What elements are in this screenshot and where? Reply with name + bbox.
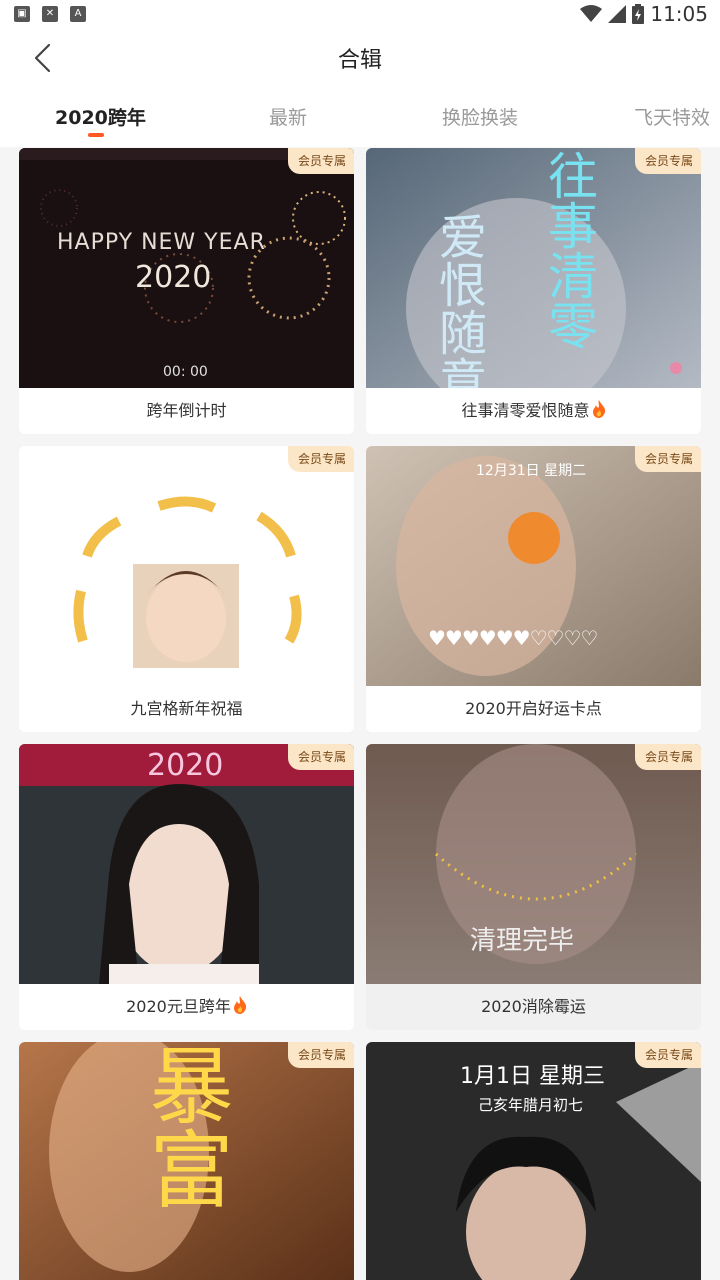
overlay-char-1: 暴: [136, 1042, 234, 1126]
lunar-date-text: 己亥年腊月初七: [478, 1096, 584, 1114]
vip-badge: 会员专属: [634, 744, 701, 770]
vip-badge: 会员专属: [634, 1042, 701, 1068]
vip-badge: 会员专属: [287, 446, 354, 472]
template-card[interactable]: HAPPY NEW YEAR 2020 00: 00 会员专属 跨年倒计时: [19, 148, 354, 434]
tab-face-swap[interactable]: 换脸换装: [442, 103, 518, 130]
vip-badge: 会员专属: [634, 148, 701, 174]
template-card[interactable]: 2020 会员专属 2020元旦跨年: [19, 744, 354, 1030]
hearts-progress: ♥♥♥♥♥♥♡♡♡♡: [428, 626, 598, 650]
overlay-char-2: 富: [136, 1126, 234, 1210]
overlay-text: 清理完毕: [470, 926, 575, 956]
template-grid: HAPPY NEW YEAR 2020 00: 00 会员专属 跨年倒计时 往事…: [0, 148, 720, 1280]
signal-icon: [608, 5, 627, 23]
wifi-icon: [580, 5, 603, 22]
font-notification-icon: A: [70, 6, 86, 22]
date-text: 12月31日 星期二: [476, 463, 587, 479]
year-text: 2020: [135, 260, 212, 295]
template-card[interactable]: 1月1日 星期三 己亥年腊月初七 会员专属: [366, 1042, 701, 1280]
overlay-text-2: 爱恨随意: [430, 212, 486, 388]
category-tabs: 2020跨年 最新 换脸换装 飞天特效: [0, 85, 720, 147]
battery-icon: [632, 4, 645, 24]
template-thumbnail: 2020: [19, 744, 354, 984]
template-title: 2020开启好运卡点: [366, 686, 701, 732]
vip-badge: 会员专属: [287, 744, 354, 770]
template-card[interactable]: 清理完毕 会员专属 2020消除霉运: [366, 744, 701, 1030]
image-notification-icon: ▣: [14, 6, 30, 22]
vip-badge: 会员专属: [287, 1042, 354, 1068]
date-text: 1月1日 星期三: [460, 1064, 605, 1089]
clock: 11:05: [650, 2, 708, 26]
template-thumbnail: HAPPY NEW YEAR 2020 00: 00: [19, 148, 354, 388]
tab-2020-new-year[interactable]: 2020跨年: [55, 103, 146, 130]
template-thumbnail: 1月1日 星期三 己亥年腊月初七: [366, 1042, 701, 1280]
template-card[interactable]: 12月31日 星期二 ♥♥♥♥♥♥♡♡♡♡ 会员专属 2020开启好运卡点: [366, 446, 701, 732]
template-thumbnail: 往事清零 爱恨随意: [366, 148, 701, 388]
hot-fire-icon: [233, 996, 246, 1014]
hot-fire-icon: [592, 400, 605, 418]
template-thumbnail: 暴富: [19, 1042, 354, 1280]
overlay-text: 暴富: [136, 1042, 234, 1210]
template-thumbnail: 清理完毕: [366, 744, 701, 984]
template-title-text: 往事清零爱恨随意: [461, 401, 590, 420]
template-title: 跨年倒计时: [19, 388, 354, 434]
template-card[interactable]: 暴富 会员专属: [19, 1042, 354, 1280]
template-card[interactable]: 往事清零 爱恨随意 会员专属 往事清零爱恨随意: [366, 148, 701, 434]
template-title: 九宫格新年祝福: [19, 686, 354, 732]
template-title-text: 2020开启好运卡点: [465, 699, 602, 718]
page-title: 合辑: [337, 48, 382, 73]
status-bar: ▣ ✕ A 11:05: [0, 0, 720, 30]
template-title-text: 跨年倒计时: [146, 401, 227, 420]
template-title-text: 2020元旦跨年: [126, 997, 231, 1016]
tab-latest[interactable]: 最新: [269, 103, 307, 130]
vip-badge: 会员专属: [634, 446, 701, 472]
template-title-text: 九宫格新年祝福: [130, 699, 243, 718]
template-title-text: 2020消除霉运: [481, 997, 586, 1016]
template-card[interactable]: 会员专属 九宫格新年祝福: [19, 446, 354, 732]
active-tab-indicator: [88, 133, 104, 137]
template-title: 2020元旦跨年: [19, 984, 354, 1030]
template-thumbnail: 12月31日 星期二 ♥♥♥♥♥♥♡♡♡♡: [366, 446, 701, 686]
countdown-text: 00: 00: [163, 364, 208, 380]
year-text: 2020: [147, 748, 224, 783]
app-notification-icon: ✕: [42, 6, 58, 22]
notification-icons: ▣ ✕ A: [14, 6, 86, 22]
happy-new-year-text: HAPPY NEW YEAR: [57, 230, 266, 255]
template-thumbnail: [19, 446, 354, 686]
template-title: 2020消除霉运: [366, 984, 701, 1030]
overlay-text-1: 往事清零: [540, 150, 598, 350]
vip-badge: 会员专属: [287, 148, 354, 174]
template-title: 往事清零爱恨随意: [366, 388, 701, 434]
tab-flying-effects[interactable]: 飞天特效: [634, 103, 710, 130]
nav-bar: 合辑: [0, 30, 720, 85]
